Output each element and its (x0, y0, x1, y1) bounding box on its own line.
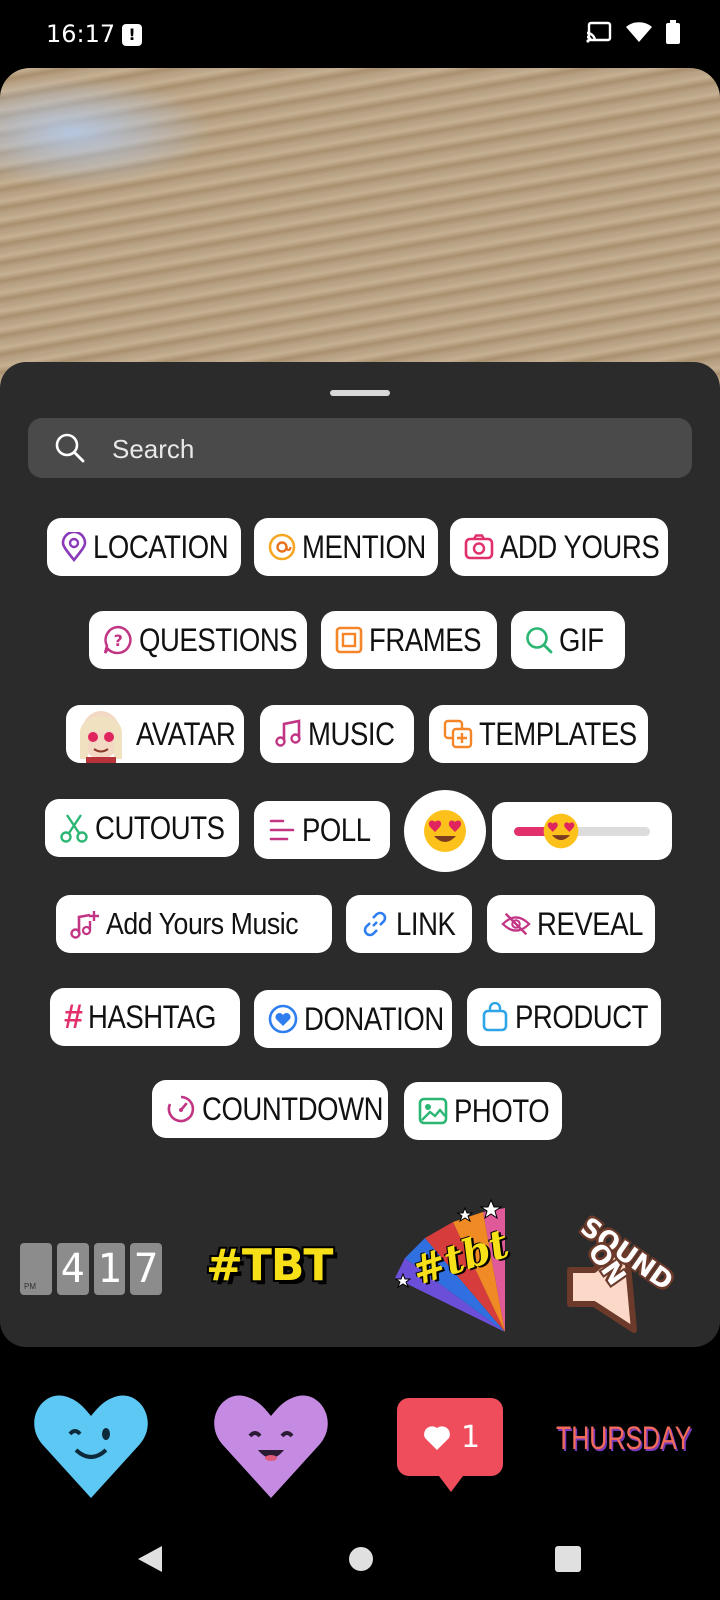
purple-heart-face-icon (214, 1395, 328, 1498)
smiling-purple-heart-sticker[interactable] (212, 1392, 330, 1500)
photo-sticker[interactable]: PHOTO (404, 1082, 562, 1140)
mention-label: MENTION (302, 528, 426, 565)
emoji-slider-sticker[interactable] (492, 802, 672, 860)
link-sticker[interactable]: LINK (346, 895, 472, 953)
status-time: 16:17 (46, 20, 116, 48)
battery-icon (666, 20, 680, 44)
gif-label: GIF (559, 621, 604, 658)
navigation-bar (0, 1516, 720, 1600)
add-yours-music-label: Add Yours Music (106, 906, 299, 941)
music-add-icon (70, 909, 100, 939)
templates-sticker[interactable]: TEMPLATES (429, 705, 648, 763)
frame-icon (335, 625, 363, 655)
poll-sticker[interactable]: POLL (254, 801, 390, 859)
story-photo-background (0, 68, 720, 388)
location-sticker[interactable]: LOCATION (47, 518, 241, 576)
countdown-label: COUNTDOWN (202, 1090, 384, 1127)
countdown-timer-icon (166, 1094, 196, 1124)
avatar-sticker[interactable]: AVATAR (66, 705, 244, 763)
day-text: THURSDAY (556, 1420, 692, 1456)
shopping-bag-icon (481, 1002, 509, 1032)
questions-sticker[interactable]: ? QUESTIONS (89, 611, 307, 669)
question-bubble-icon: ? (103, 625, 133, 655)
clock-digit: 4 (56, 1243, 89, 1295)
donation-heart-icon (268, 1004, 298, 1034)
photo-label: PHOTO (454, 1092, 550, 1129)
hashtag-label: HASHTAG (88, 998, 217, 1035)
heart-eyes-emoji-icon (424, 810, 466, 852)
threads-mention-icon (268, 532, 296, 562)
drag-handle[interactable] (330, 390, 390, 396)
search-input[interactable]: Search (112, 434, 194, 465)
photo-image-icon (418, 1096, 448, 1126)
like-count-sticker[interactable]: 1 (397, 1398, 505, 1494)
templates-icon (443, 719, 473, 749)
location-label: LOCATION (93, 528, 229, 565)
reveal-label: REVEAL (537, 905, 644, 942)
svg-text:?: ? (114, 631, 123, 650)
poll-lines-icon (268, 815, 296, 845)
avatar-icon (72, 705, 130, 763)
hashtag-sticker[interactable]: # HASHTAG (50, 988, 240, 1046)
tbt-sticker[interactable]: #TBT (202, 1240, 342, 1296)
frames-sticker[interactable]: FRAMES (321, 611, 497, 669)
search-bar[interactable]: Search (28, 418, 692, 478)
questions-label: QUESTIONS (139, 621, 298, 658)
mention-sticker[interactable]: MENTION (254, 518, 438, 576)
music-sticker[interactable]: MUSIC (260, 705, 414, 763)
status-bar: 16:17 ! (0, 0, 720, 68)
home-icon[interactable] (348, 1546, 374, 1572)
link-chain-icon (360, 909, 390, 939)
add-yours-label: ADD YOURS (500, 528, 660, 565)
hashtag-icon: # (64, 997, 83, 1036)
cutouts-sticker[interactable]: CUTOUTS (45, 799, 239, 857)
countdown-sticker[interactable]: COUNTDOWN (152, 1080, 388, 1138)
notification-alert-icon: ! (122, 24, 142, 46)
camera-icon (464, 532, 494, 562)
recents-icon[interactable] (555, 1546, 581, 1572)
tbt-fan-sticker[interactable]: #tbt (394, 1198, 515, 1336)
blue-heart-face-icon (34, 1395, 148, 1498)
gif-sticker[interactable]: GIF (511, 611, 625, 669)
search-icon (55, 433, 85, 463)
tbt-text: #TBT (206, 1240, 333, 1291)
add-yours-music-sticker[interactable]: Add Yours Music (56, 895, 332, 953)
scissors-icon (59, 813, 89, 843)
eye-crossed-icon (501, 909, 531, 939)
donation-sticker[interactable]: DONATION (254, 990, 452, 1048)
location-pin-icon (61, 532, 87, 562)
thursday-sticker[interactable]: THURSDAY (556, 1420, 706, 1470)
avatar-label: AVATAR (136, 715, 236, 752)
poll-label: POLL (302, 811, 371, 848)
clock-digit-blank: PM (20, 1243, 52, 1295)
winking-blue-heart-sticker[interactable] (32, 1392, 150, 1500)
clock-digit: 7 (130, 1243, 162, 1295)
wifi-icon (626, 22, 652, 42)
like-bubble-icon (397, 1398, 503, 1492)
sound-on-sticker[interactable]: SOUND ON (566, 1204, 694, 1334)
gif-search-icon (525, 625, 553, 655)
clock-digit: 1 (93, 1243, 126, 1295)
back-icon[interactable] (136, 1544, 164, 1574)
cast-icon (586, 21, 612, 43)
product-label: PRODUCT (515, 998, 649, 1035)
music-label: MUSIC (308, 715, 395, 752)
donation-label: DONATION (304, 1000, 444, 1037)
add-yours-sticker[interactable]: ADD YOURS (450, 518, 668, 576)
emoji-reaction-sticker[interactable] (404, 790, 486, 872)
slider-heart-eyes-emoji-icon (543, 813, 579, 849)
product-sticker[interactable]: PRODUCT (467, 988, 661, 1046)
like-count: 1 (461, 1420, 481, 1455)
cutouts-label: CUTOUTS (95, 809, 225, 846)
clock-time-sticker[interactable]: PM 4 1 7 (20, 1243, 162, 1295)
link-label: LINK (396, 905, 456, 942)
frames-label: FRAMES (369, 621, 482, 658)
music-note-icon (274, 719, 302, 749)
templates-label: TEMPLATES (479, 715, 637, 752)
reveal-sticker[interactable]: REVEAL (487, 895, 655, 953)
